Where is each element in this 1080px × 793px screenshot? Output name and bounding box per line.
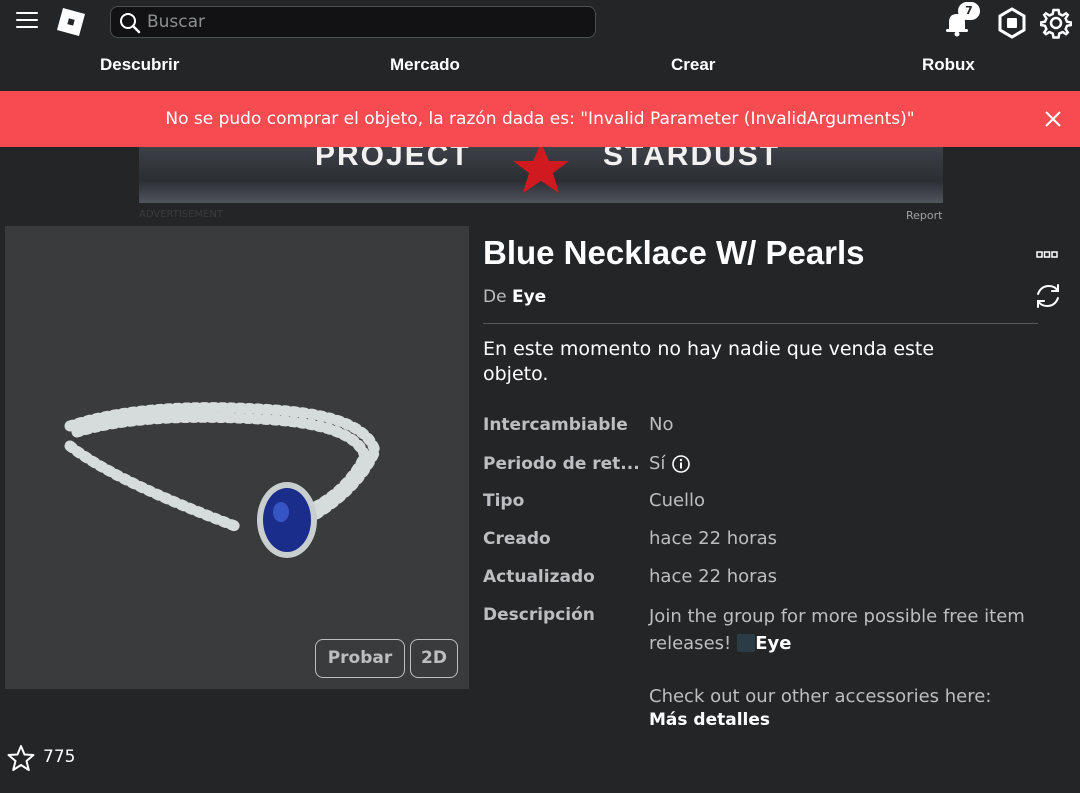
created-value: hace 22 horas xyxy=(649,528,777,549)
type-label: Tipo xyxy=(483,491,525,511)
star-logo-icon xyxy=(513,147,569,193)
error-message: No se pudo comprar el objeto, la razón d… xyxy=(165,109,915,129)
favorite-star-icon[interactable] xyxy=(7,744,35,772)
favorite-count: 775 xyxy=(43,747,76,767)
nav-marketplace[interactable]: Mercado xyxy=(390,55,460,75)
menu-icon[interactable] xyxy=(16,12,38,30)
description-body: Join the group for more possible free it… xyxy=(649,606,1025,654)
hold-period-value-wrap: Sí xyxy=(649,453,691,474)
by-prefix: De xyxy=(483,287,507,307)
refresh-icon[interactable] xyxy=(1034,282,1062,310)
nav-discover[interactable]: Descubrir xyxy=(100,55,179,75)
creator-line: De Eye xyxy=(483,287,546,307)
close-icon[interactable] xyxy=(1042,108,1064,130)
error-banner: No se pudo comprar el objeto, la razón d… xyxy=(0,91,1080,147)
settings-gear-icon[interactable] xyxy=(1040,7,1072,39)
necklace-image xyxy=(64,402,381,558)
tradable-value: No xyxy=(649,414,674,435)
robux-icon[interactable] xyxy=(996,7,1028,39)
try-on-button[interactable]: Probar xyxy=(315,639,405,678)
info-icon[interactable] xyxy=(671,454,691,474)
search-input[interactable] xyxy=(147,7,587,37)
advertisement-banner[interactable]: PROJECT STARDUST xyxy=(139,147,943,203)
nav-robux[interactable]: Robux xyxy=(922,55,975,75)
hold-period-label: Periodo de ret... xyxy=(483,454,640,474)
ad-headline-left: PROJECT xyxy=(315,147,471,172)
view-2d-button[interactable]: 2D xyxy=(410,639,458,678)
divider xyxy=(483,323,1038,324)
search-icon xyxy=(120,13,141,34)
item-title: Blue Necklace W/ Pearls xyxy=(483,234,865,271)
nav-create[interactable]: Crear xyxy=(671,55,715,75)
roblox-logo-icon[interactable] xyxy=(56,7,86,37)
search-bar[interactable] xyxy=(110,6,596,38)
more-details-link[interactable]: Más detalles xyxy=(649,710,770,730)
description-mention[interactable]: Eye xyxy=(755,633,791,654)
mention-avatar xyxy=(737,634,756,652)
updated-label: Actualizado xyxy=(483,567,595,587)
description-more: Check out our other accessories here: xyxy=(649,686,992,707)
description-label: Descripción xyxy=(483,605,595,625)
availability-message: En este momento no hay nadie que venda e… xyxy=(483,338,935,385)
notification-count-badge: 7 xyxy=(958,2,980,20)
updated-value: hace 22 horas xyxy=(649,566,777,587)
ad-headline-right: STARDUST xyxy=(603,147,781,172)
item-thumbnail: Probar 2D xyxy=(5,226,469,689)
more-options-icon[interactable] xyxy=(1036,248,1058,262)
advertisement-label: ADVERTISEMENT xyxy=(139,209,224,220)
report-ad-link[interactable]: Report xyxy=(906,209,942,222)
tradable-label: Intercambiable xyxy=(483,415,628,435)
hold-period-value: Sí xyxy=(649,453,666,474)
created-label: Creado xyxy=(483,529,551,549)
description-text: Join the group for more possible free it… xyxy=(649,603,1049,657)
top-bar: 7 xyxy=(0,0,1080,44)
creator-link[interactable]: Eye xyxy=(512,287,546,307)
main-nav: Descubrir Mercado Crear Robux xyxy=(0,44,1080,91)
type-value: Cuello xyxy=(649,490,706,511)
